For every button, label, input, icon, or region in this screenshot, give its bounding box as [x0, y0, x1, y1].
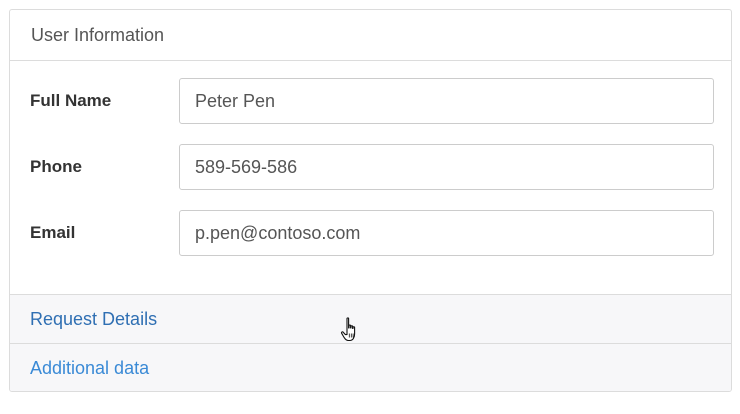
phone-input[interactable]: [179, 144, 714, 190]
phone-label: Phone: [30, 157, 82, 176]
user-information-panel: User Information Full Name Phone Email R…: [9, 9, 732, 392]
accordion-additional-data[interactable]: Additional data: [10, 343, 731, 391]
email-label: Email: [30, 223, 76, 242]
section-title: User Information: [31, 24, 165, 45]
user-information-form: Full Name Phone Email: [10, 61, 731, 294]
request-details-label: Request Details: [30, 308, 158, 329]
form-row-phone: Phone: [10, 144, 731, 190]
hand-pointer-icon: [340, 317, 356, 342]
form-row-full-name: Full Name: [10, 78, 731, 124]
full-name-label: Full Name: [30, 91, 112, 110]
accordion-request-details[interactable]: Request Details: [10, 294, 731, 343]
form-row-email: Email: [10, 210, 731, 256]
section-header-user-information: User Information: [10, 10, 731, 61]
additional-data-label: Additional data: [30, 357, 150, 378]
full-name-input[interactable]: [179, 78, 714, 124]
email-input[interactable]: [179, 210, 714, 256]
